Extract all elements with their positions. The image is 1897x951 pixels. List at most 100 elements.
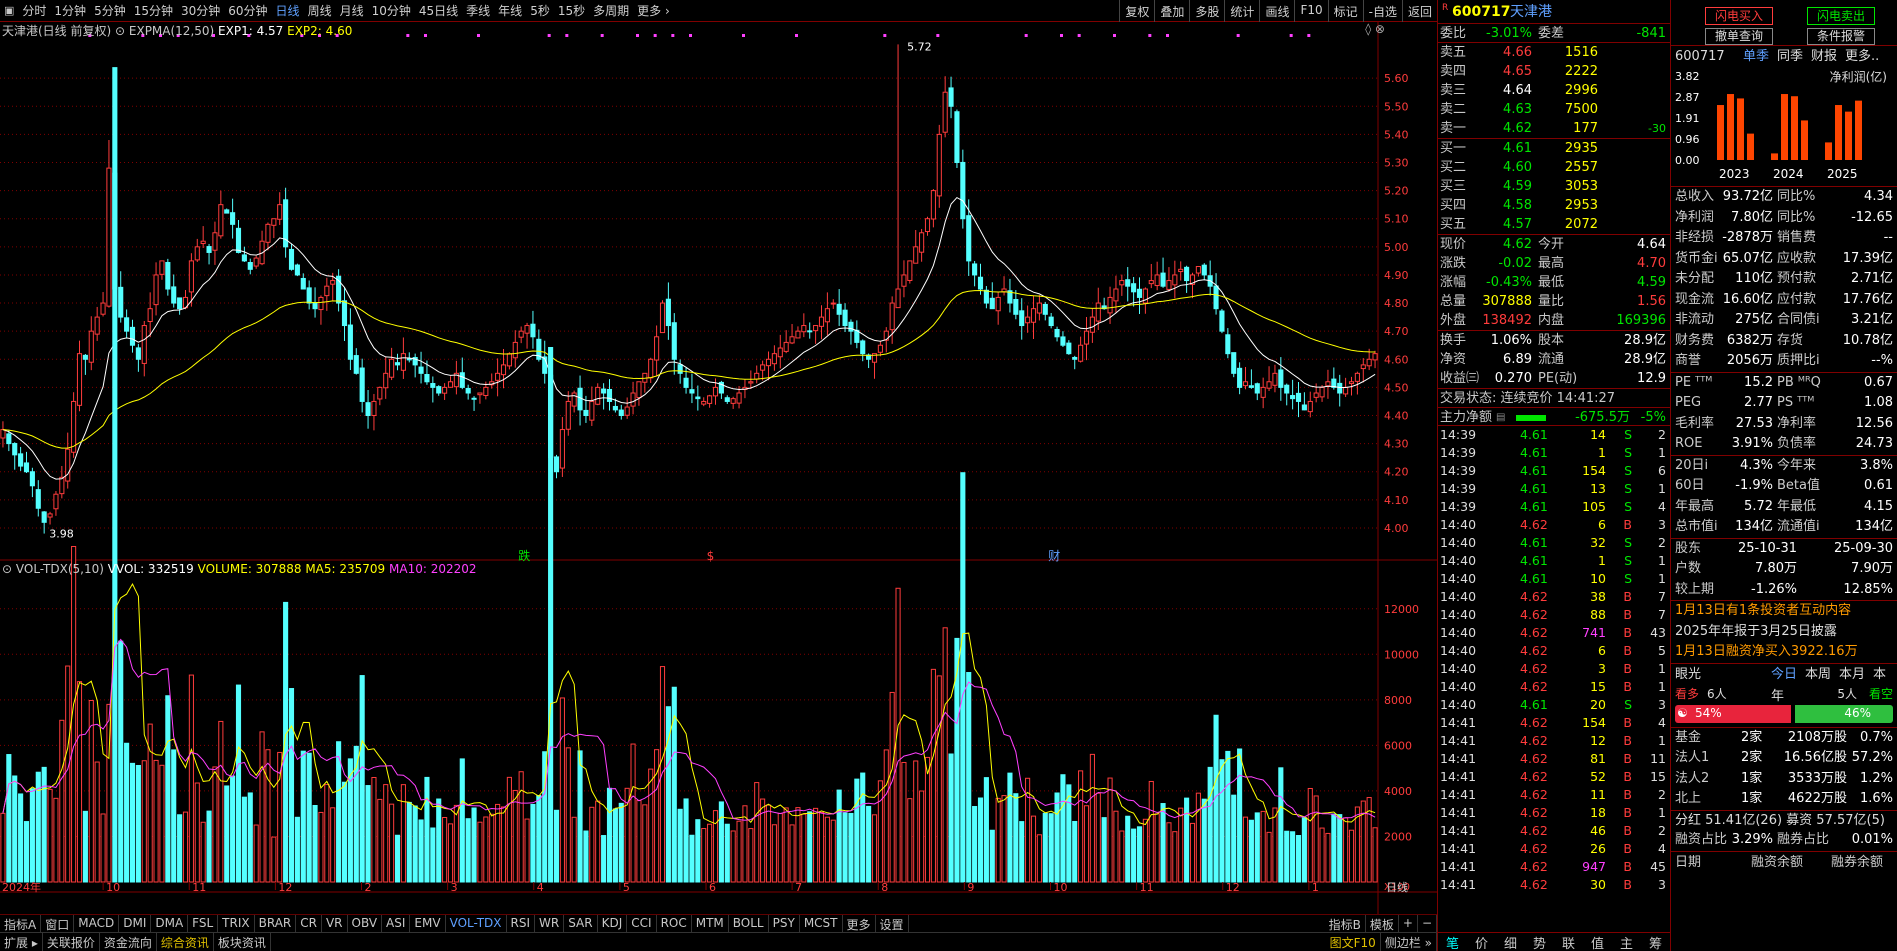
volume-bar[interactable] (1095, 792, 1101, 883)
volume-bar[interactable] (1207, 766, 1213, 883)
candle[interactable] (300, 277, 306, 290)
volume-bar[interactable] (606, 787, 613, 883)
indicator-control[interactable]: 模板 (1366, 915, 1399, 932)
candle[interactable] (100, 302, 106, 315)
candle[interactable] (907, 260, 913, 281)
candle[interactable] (701, 400, 707, 405)
candle[interactable] (1260, 386, 1266, 398)
volume-bar[interactable] (942, 627, 948, 883)
volume-bar[interactable] (1278, 767, 1284, 883)
volume-bar[interactable] (212, 766, 218, 883)
candle[interactable] (406, 358, 412, 361)
profit-bar[interactable] (1835, 105, 1842, 160)
news[interactable]: 1月13日有1条投资者互动内容 2025年年报于3月25日披露 1月13日融资净买入… (1671, 600, 1897, 663)
info-tab[interactable]: 资金流向 (100, 933, 157, 951)
volume-bar[interactable] (124, 742, 130, 883)
fin-tab[interactable]: 财报 (1811, 49, 1837, 64)
candle[interactable] (1060, 336, 1066, 346)
volume-bar[interactable] (188, 674, 194, 883)
candle[interactable] (88, 330, 94, 363)
indicator-control[interactable]: 指标B (1325, 915, 1366, 932)
volume-bar[interactable] (536, 795, 542, 883)
candle[interactable] (530, 323, 536, 338)
tick-row[interactable]: 14:41 4.62 11 B 2 (1438, 786, 1670, 804)
volume-bar[interactable] (341, 781, 348, 883)
volume-bar[interactable] (271, 836, 277, 883)
tick-row[interactable]: 14:40 4.61 32 S 2 (1438, 534, 1670, 552)
candle[interactable] (983, 289, 989, 304)
volume-bar[interactable] (736, 820, 742, 883)
volume-bar[interactable] (1030, 815, 1037, 883)
indicator-tab[interactable]: PSY (769, 915, 800, 932)
candle[interactable] (1178, 268, 1184, 273)
candle[interactable] (312, 302, 318, 310)
candle[interactable] (589, 400, 595, 421)
ask-row[interactable]: 卖五 4.66 1516 (1438, 43, 1670, 62)
volume-bar[interactable] (618, 802, 624, 883)
volume-bar[interactable] (601, 835, 607, 883)
candle[interactable] (71, 400, 77, 453)
volume-bar[interactable] (465, 818, 471, 883)
candle[interactable] (777, 347, 783, 358)
period-tab[interactable]: 多周期 (589, 2, 633, 19)
tick-row[interactable]: 14:40 4.61 20 S 3 (1438, 696, 1670, 714)
quote-tab[interactable]: 细 (1496, 933, 1525, 951)
volume-bar[interactable] (318, 811, 324, 883)
candle[interactable] (1030, 308, 1037, 323)
indicator-tab[interactable]: ASI (382, 915, 411, 932)
candle[interactable] (1354, 372, 1360, 382)
volume-bar[interactable] (1107, 777, 1113, 883)
indicator-tab[interactable]: RSI (507, 915, 536, 932)
volume-bar[interactable] (400, 784, 406, 883)
candle[interactable] (1242, 381, 1249, 387)
candle[interactable] (1360, 364, 1366, 370)
volume-bar[interactable] (659, 666, 666, 883)
quote-tab[interactable]: 价 (1467, 933, 1496, 951)
volume-bar[interactable] (1237, 748, 1243, 883)
toggle-icon[interactable]: ⊙ (115, 24, 129, 38)
candle[interactable] (341, 300, 348, 327)
candle[interactable] (848, 321, 854, 332)
volume-bar[interactable] (1007, 772, 1013, 883)
volume-bar[interactable] (936, 675, 942, 883)
candle[interactable] (1019, 310, 1025, 327)
volume-bar[interactable] (1042, 812, 1048, 883)
candle[interactable] (6, 433, 12, 445)
candle[interactable] (277, 204, 283, 220)
volume-bar[interactable] (866, 805, 872, 883)
candle[interactable] (1048, 316, 1054, 327)
volume-bar[interactable] (141, 760, 147, 883)
candle[interactable] (1295, 392, 1302, 402)
indicator-tab[interactable]: TRIX (218, 915, 255, 932)
volume-bar[interactable] (18, 793, 24, 883)
candle[interactable] (265, 223, 271, 243)
volume-bar[interactable] (94, 761, 100, 883)
candle[interactable] (618, 409, 624, 417)
candle[interactable] (23, 462, 30, 473)
profit-bar[interactable] (1855, 100, 1862, 160)
volume-bar[interactable] (41, 766, 47, 883)
candle[interactable] (1343, 386, 1349, 395)
cancel-query-button[interactable]: 撤单查询 (1705, 28, 1773, 45)
profit-bar[interactable] (1801, 120, 1808, 160)
volume-bar[interactable] (135, 764, 141, 883)
candle[interactable] (942, 91, 948, 133)
volume-bar[interactable] (1119, 830, 1125, 883)
volume-bar[interactable] (612, 808, 618, 883)
candle[interactable] (1201, 264, 1207, 276)
candle[interactable] (636, 381, 642, 399)
candle[interactable] (1166, 280, 1172, 290)
candle[interactable] (106, 167, 112, 307)
candle[interactable] (1072, 356, 1078, 360)
volume-bar[interactable] (789, 824, 795, 883)
period-tab[interactable]: 周线 (304, 2, 336, 19)
candle[interactable] (200, 240, 206, 245)
candle[interactable] (842, 309, 848, 327)
volume-bar[interactable] (235, 684, 242, 883)
candle[interactable] (936, 133, 942, 197)
tick-row[interactable]: 14:40 4.61 10 S 1 (1438, 570, 1670, 588)
volume-bar[interactable] (983, 777, 989, 883)
candle[interactable] (188, 260, 194, 293)
candle[interactable] (224, 209, 230, 214)
candle[interactable] (512, 341, 518, 359)
